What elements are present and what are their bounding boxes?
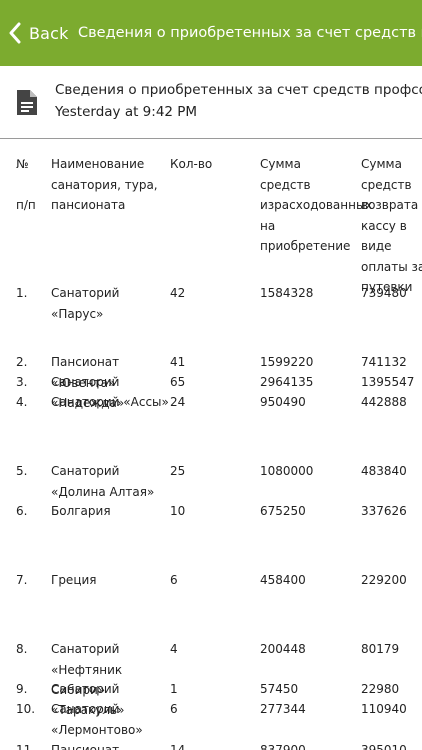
col-name: Пансионат [51,743,120,750]
col-number: 4. [16,395,28,409]
col-number: 9. [16,682,28,696]
col-name: Греция [51,573,97,587]
col-number: 11. [16,743,36,750]
document-icon [17,90,37,115]
file-timestamp: Yesterday at 9:42 PM [55,104,198,120]
col-count: 1 [170,682,178,696]
chevron-left-icon [9,22,21,44]
col-returned: 80179 [361,642,400,656]
col-number: 2. [16,355,28,369]
col-returned: 739480 [361,286,407,300]
col-count: 14 [170,743,186,750]
col-returned: 741132 [361,355,407,369]
col-name: Санаторий «Долина Алтая» [51,464,155,499]
col-name: Санаторий «Парус» [51,286,120,321]
col-returned: 110940 [361,702,407,716]
col-count: 6 [170,573,178,587]
col-returned: 442888 [361,395,407,409]
col-number: 5. [16,464,28,478]
col-returned: Сумма средств возврата в кассу в виде оп… [361,157,422,294]
col-number: 6. [16,504,28,518]
back-button[interactable]: Back [8,0,69,66]
col-count: 6 [170,702,178,716]
col-returned: 337626 [361,504,407,518]
col-returned: 483840 [361,464,407,478]
col-count: 25 [170,464,186,478]
col-spent: 1080000 [260,464,314,478]
col-name: Болгария [51,504,111,518]
col-spent: 837900 [260,743,306,750]
col-spent: 675250 [260,504,306,518]
col-number: 7. [16,573,28,587]
col-spent: 200448 [260,642,306,656]
col-number: 10. [16,702,36,716]
col-count: 41 [170,355,186,369]
col-returned: 22980 [361,682,400,696]
col-number: 8. [16,642,28,656]
col-count: 42 [170,286,186,300]
col-count: 4 [170,642,178,656]
file-title: Сведения о приобретенных за счет средств… [55,82,422,98]
col-returned: 229200 [361,573,407,587]
col-number: 3. [16,375,28,389]
page-title: Сведения о приобретенных за счет средств… [78,25,422,41]
document-table: № п/п Наименование санатория, тура, панси… [0,140,422,750]
top-app-bar: Back Сведения о приобретенных за счет ср… [0,0,422,66]
col-returned: 395010 [361,743,407,750]
col-spent: 1599220 [260,355,314,369]
col-name: Санаторий «Лермонтово» [51,702,143,737]
col-spent: 277344 [260,702,306,716]
back-label: Back [29,23,69,43]
col-spent: 2964135 [260,375,314,389]
col-spent: 950490 [260,395,306,409]
col-name: Санаторий «Ассы» [51,395,169,409]
file-info-row: Сведения о приобретенных за счет средств… [0,66,422,139]
col-count: 24 [170,395,186,409]
col-number: 1. [16,286,28,300]
col-count: 10 [170,504,186,518]
col-name: Наименование санатория, тура, пансионата [51,157,158,212]
col-spent: 1584328 [260,286,314,300]
col-spent: 57450 [260,682,299,696]
col-spent: Сумма средств израсходованных на приобре… [260,157,373,253]
col-spent: 458400 [260,573,306,587]
col-count: 65 [170,375,186,389]
col-count: Кол-во [170,157,213,171]
col-number: № п/п [16,157,36,212]
col-returned: 1395547 [361,375,415,389]
